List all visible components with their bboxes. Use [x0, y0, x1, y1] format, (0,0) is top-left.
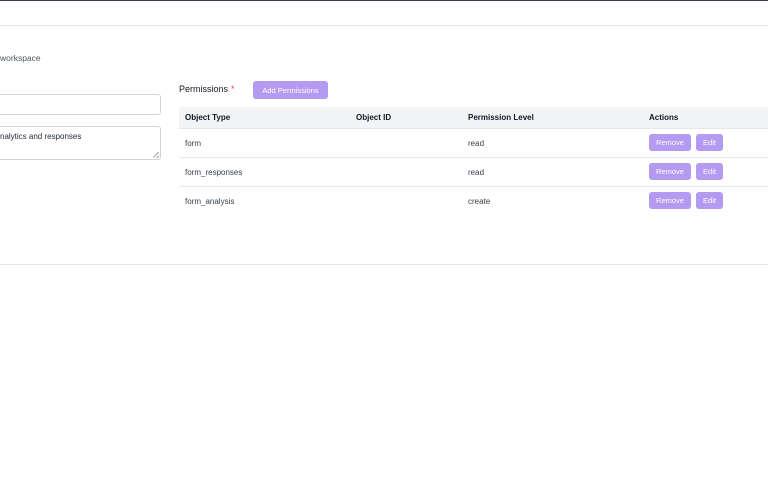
- table-header: Object Type Object ID Permission Level A…: [179, 107, 768, 129]
- permissions-table: Object Type Object ID Permission Level A…: [179, 107, 768, 216]
- top-bar: [0, 0, 768, 26]
- edit-button[interactable]: Edit: [696, 163, 723, 180]
- section-divider: [0, 264, 768, 265]
- permission-level-cell: read: [468, 168, 485, 177]
- column-header-object-type: Object Type: [185, 113, 231, 122]
- column-header-actions: Actions: [649, 113, 679, 122]
- required-marker: *: [231, 84, 235, 94]
- edit-button[interactable]: Edit: [696, 192, 723, 209]
- permissions-label-text: Permissions: [179, 84, 229, 94]
- workspace-description-text: workspace: [0, 53, 41, 63]
- add-permissions-button[interactable]: Add Permissions: [253, 81, 328, 99]
- resize-grip-icon[interactable]: [153, 152, 159, 158]
- description-textarea[interactable]: nalytics and responses: [0, 126, 161, 160]
- permission-level-cell: create: [468, 197, 491, 206]
- permissions-label: Permissions *: [179, 84, 235, 94]
- column-header-permission-level: Permission Level: [468, 113, 534, 122]
- object-type-cell: form_analysis: [185, 197, 235, 206]
- object-type-cell: form_responses: [185, 168, 243, 177]
- description-text: nalytics and responses: [0, 132, 82, 141]
- edit-button[interactable]: Edit: [696, 134, 723, 151]
- remove-button[interactable]: Remove: [649, 134, 691, 151]
- table-row: form_analysis create Remove Edit: [179, 187, 768, 216]
- remove-button[interactable]: Remove: [649, 163, 691, 180]
- role-name-input[interactable]: [0, 94, 161, 115]
- permission-level-cell: read: [468, 139, 485, 148]
- column-header-object-id: Object ID: [356, 113, 392, 122]
- object-type-cell: form: [185, 139, 201, 148]
- remove-button[interactable]: Remove: [649, 192, 691, 209]
- table-row: form read Remove Edit: [179, 129, 768, 158]
- table-row: form_responses read Remove Edit: [179, 158, 768, 187]
